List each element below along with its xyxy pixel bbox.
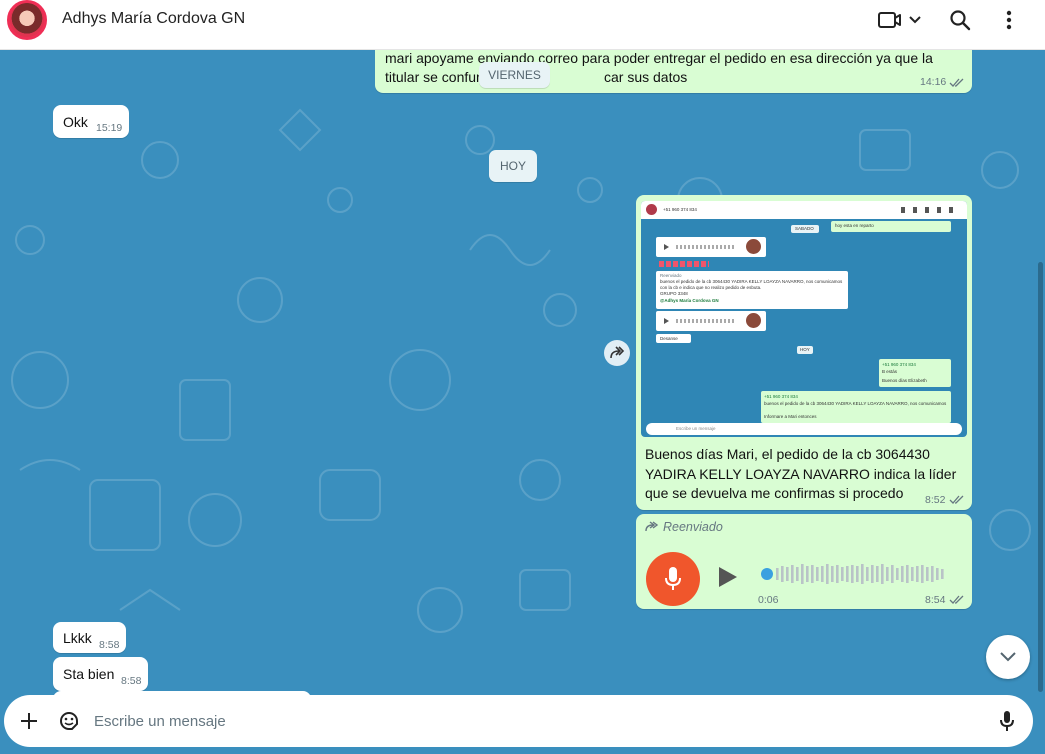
- date-separator: HOY: [489, 150, 537, 182]
- thumb-icons: [901, 207, 959, 213]
- voice-record-button[interactable]: [994, 708, 1020, 734]
- thumb-bubble: hoy esta en reparto: [831, 221, 951, 232]
- message-time: 8:54: [925, 594, 946, 606]
- message-input[interactable]: [94, 705, 974, 737]
- menu-button[interactable]: [995, 8, 1023, 32]
- message-text: titular se confun: [385, 69, 484, 85]
- thumb-date-2: HOY: [797, 346, 813, 354]
- date-separator: VIERNES: [479, 62, 550, 88]
- thumb-title: +51 960 374 834: [663, 207, 697, 212]
- message-incoming[interactable]: Lkkk 8:58: [53, 622, 126, 653]
- contact-name[interactable]: Adhys María Cordova GN: [62, 10, 245, 28]
- forwarded-label: Reenviado: [663, 520, 723, 534]
- message-time: 14:16: [920, 76, 947, 88]
- caption-line: que se devuelva me confirmas si procedo: [645, 485, 904, 501]
- thumb-emojis: [659, 261, 709, 267]
- thumb-audio-2: [656, 311, 766, 331]
- message-time: 8:58: [99, 639, 120, 651]
- thumb-date: SABADO: [791, 225, 819, 233]
- video-call-button[interactable]: [876, 8, 924, 32]
- contact-avatar[interactable]: [7, 0, 47, 40]
- thumb-header: +51 960 374 834: [641, 201, 967, 219]
- message-time: 8:58: [121, 675, 142, 687]
- message-time: 15:19: [96, 122, 123, 134]
- message-outgoing[interactable]: mari apoyame enviando correo para poder …: [375, 50, 972, 93]
- caption-line: Buenos días Mari, el pedido de la cb 306…: [645, 446, 930, 462]
- thumb-bubble-2: +51 960 374 834 B estás Buenos días Eliz…: [879, 359, 951, 387]
- play-icon[interactable]: [716, 562, 740, 592]
- sticker-button[interactable]: [56, 708, 82, 734]
- microphone-icon: [665, 567, 681, 590]
- message-time: 8:52: [925, 494, 946, 506]
- message-text: mari apoyame enviando correo para poder …: [385, 50, 933, 66]
- thumb-composer: Escribe un mensaje: [646, 423, 962, 435]
- message-incoming[interactable]: Okk 15:19: [53, 105, 129, 138]
- thumb-text: Desanse: [656, 334, 691, 343]
- thumb-audio: [656, 237, 766, 257]
- thumb-forward: Reenviado buenos el pedido de la cb 3064…: [656, 271, 848, 309]
- voice-avatar: [646, 552, 700, 606]
- message-text: Sta bien: [63, 666, 115, 682]
- thumb-bubble-3: +51 960 374 834 buenos el pedido de la c…: [761, 391, 951, 423]
- composer: [4, 695, 1033, 747]
- scroll-to-bottom-button[interactable]: [986, 635, 1030, 679]
- microphone-icon: [1000, 711, 1014, 731]
- search-icon: [950, 10, 971, 31]
- chevron-down-icon: [1000, 652, 1016, 662]
- voice-duration: 0:06: [758, 594, 779, 606]
- message-text: Lkkk: [63, 630, 92, 646]
- message-outgoing-voice[interactable]: Reenviado 0:06 8:54: [636, 514, 972, 609]
- chat-header: Adhys María Cordova GN: [0, 0, 1045, 50]
- scrollbar[interactable]: [1038, 262, 1043, 692]
- search-button[interactable]: [946, 8, 974, 32]
- forward-button[interactable]: [604, 340, 630, 366]
- double-check-icon: [949, 495, 964, 504]
- thumb-avatar: [646, 204, 657, 215]
- caption-line: YADIRA KELLY LOAYZA NAVARRO indica la lí…: [645, 465, 957, 482]
- double-check-icon: [949, 595, 964, 604]
- video-camera-icon: [878, 12, 921, 28]
- double-check-icon: [949, 78, 964, 87]
- message-incoming[interactable]: Sta bien 8:58: [53, 657, 148, 691]
- message-outgoing-image[interactable]: +51 960 374 834 SABADO hoy esta en repar…: [636, 195, 972, 510]
- voice-waveform[interactable]: [760, 562, 952, 586]
- forward-icon: [610, 346, 625, 359]
- forwarded-icon: [645, 521, 659, 532]
- plus-icon: [21, 713, 37, 729]
- attach-button[interactable]: [16, 708, 42, 734]
- message-text: Okk: [63, 114, 88, 130]
- message-text: car sus datos: [604, 69, 688, 85]
- message-caption: Buenos días Mari, el pedido de la cb 306…: [645, 445, 956, 504]
- message-list[interactable]: mari apoyame enviando correo para poder …: [0, 50, 1045, 695]
- sticker-icon: [59, 712, 78, 730]
- image-attachment[interactable]: +51 960 374 834 SABADO hoy esta en repar…: [641, 201, 967, 437]
- more-vertical-icon: [1006, 10, 1012, 30]
